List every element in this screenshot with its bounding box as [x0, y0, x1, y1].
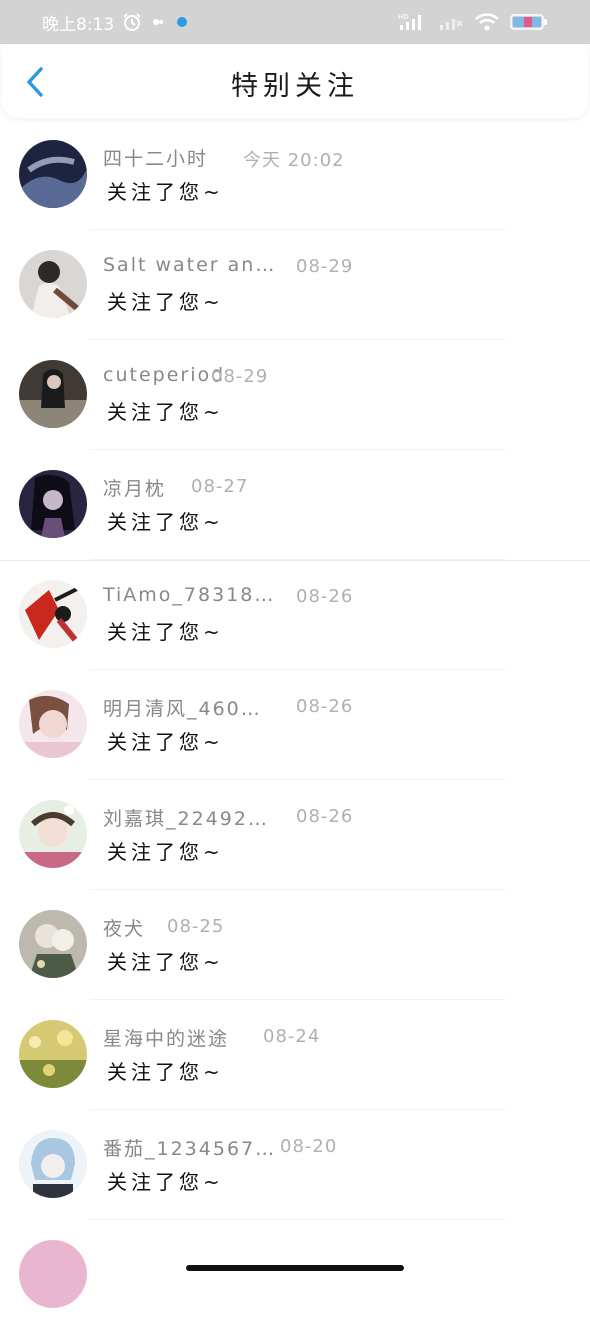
alarm-icon [122, 12, 142, 32]
list-item-date: 08-20 [280, 1136, 338, 1157]
list-item-date: 08-27 [191, 476, 249, 497]
list-item-message: 关注了您~ [107, 1060, 224, 1084]
list-item[interactable]: cuteperiod 08-29 关注了您~ [0, 340, 590, 450]
list-item-message: 关注了您~ [107, 840, 224, 864]
list-item-date: 08-26 [296, 586, 354, 607]
notification-list: 四十二小时 今天 20:02 关注了您~ Salt water and… 08-… [0, 120, 590, 1330]
list-item-name: cuteperiod [103, 364, 226, 386]
list-item-date: 08-25 [167, 916, 225, 937]
list-item[interactable]: 刘嘉琪_22492… 08-26 关注了您~ [0, 780, 590, 890]
list-item-message: 关注了您~ [107, 1170, 224, 1194]
avatar[interactable] [19, 910, 87, 978]
list-item[interactable]: 星海中的迷途 08-24 关注了您~ [0, 1000, 590, 1110]
network-label: HD [398, 13, 409, 21]
list-item-name: 星海中的迷途 [103, 1028, 230, 1050]
list-item-name: TiAmo_78318360… [103, 584, 283, 606]
list-item-partial[interactable] [0, 1220, 590, 1330]
list-item-date: 今天 20:02 [243, 150, 345, 171]
app-notification-icon [150, 14, 166, 30]
list-item-message: 关注了您~ [107, 510, 224, 534]
avatar[interactable] [19, 580, 87, 648]
list-item-name: 凉月枕 [103, 478, 167, 500]
battery-icon [510, 13, 548, 31]
avatar[interactable] [19, 360, 87, 428]
list-item[interactable]: 夜犬 08-25 关注了您~ [0, 890, 590, 1000]
avatar[interactable] [19, 140, 87, 208]
list-item-message: 关注了您~ [107, 180, 224, 204]
avatar[interactable] [19, 470, 87, 538]
list-item[interactable]: 凉月枕 08-27 关注了您~ [0, 450, 590, 560]
list-item[interactable]: 番茄_123456789 08-20 关注了您~ [0, 1110, 590, 1220]
avatar[interactable] [19, 800, 87, 868]
list-item-message: 关注了您~ [107, 730, 224, 754]
list-item-date: 08-26 [296, 806, 354, 827]
avatar[interactable] [19, 1020, 87, 1088]
status-time: 晚上8:13 [42, 14, 115, 35]
signal-icon: HD [398, 12, 428, 32]
header: 特别关注 [2, 44, 588, 118]
avatar[interactable] [19, 1240, 87, 1308]
signal-2-icon [438, 12, 464, 32]
avatar[interactable] [19, 250, 87, 318]
page-title: 特别关注 [231, 71, 359, 102]
list-item-date: 08-24 [263, 1026, 321, 1047]
list-item-date: 08-29 [296, 256, 354, 277]
list-item[interactable]: 明月清风_460… 08-26 关注了您~ [0, 670, 590, 780]
list-item[interactable]: 四十二小时 今天 20:02 关注了您~ [0, 120, 590, 230]
list-item-message: 关注了您~ [107, 950, 224, 974]
list-item[interactable]: TiAmo_78318360… 08-26 关注了您~ [0, 560, 590, 670]
list-item-message: 关注了您~ [107, 400, 224, 424]
status-bar: 晚上8:13 HD [0, 0, 590, 44]
list-item-message: 关注了您~ [107, 620, 224, 644]
list-item-date: 08-29 [211, 366, 269, 387]
list-item-name: 夜犬 [103, 918, 146, 940]
list-item-name: 明月清风_460… [103, 698, 262, 720]
avatar[interactable] [19, 690, 87, 758]
avatar[interactable] [19, 1130, 87, 1198]
list-item-name: 刘嘉琪_22492… [103, 808, 269, 830]
list-item-name: Salt water and… [103, 254, 283, 276]
home-indicator[interactable] [186, 1265, 404, 1271]
qq-notification-icon [174, 14, 190, 30]
list-item-message: 关注了您~ [107, 290, 224, 314]
list-item-name: 番茄_123456789 [103, 1138, 283, 1160]
list-item[interactable]: Salt water and… 08-29 关注了您~ [0, 230, 590, 340]
list-item-name: 四十二小时 [103, 148, 209, 170]
list-item-date: 08-26 [296, 696, 354, 717]
wifi-icon [474, 12, 500, 32]
